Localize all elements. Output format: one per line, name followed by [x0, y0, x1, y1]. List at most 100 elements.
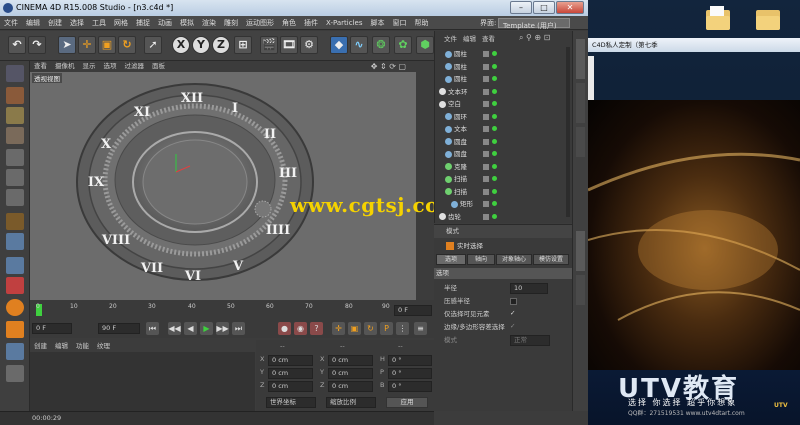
vp-menu-view[interactable]: 查看 — [30, 61, 51, 72]
polygons-mode-icon[interactable] — [6, 189, 24, 206]
attr-tab-modeling[interactable]: 模仿设置 — [533, 254, 569, 265]
spline-pen-icon[interactable]: ∿ — [350, 36, 368, 54]
coord-pos-z[interactable]: 0 cm — [268, 381, 313, 392]
enabled-check-icon[interactable] — [492, 163, 497, 169]
coord-mode-select[interactable]: 世界坐标 — [266, 397, 316, 408]
current-frame-field[interactable]: 0 F — [394, 305, 432, 316]
deformer-icon[interactable]: ⬢ — [416, 36, 434, 54]
lock-workplane-icon[interactable] — [6, 365, 24, 382]
x-axis-button[interactable]: X — [172, 36, 190, 54]
close-button[interactable]: ✕ — [556, 1, 584, 14]
vp-menu-display[interactable]: 显示 — [79, 61, 100, 72]
coord-size-z[interactable]: 0 cm — [328, 381, 373, 392]
visibility-toggle[interactable] — [483, 101, 489, 107]
object-row[interactable]: 空白 — [439, 99, 569, 110]
menu-character[interactable]: 角色 — [278, 16, 300, 30]
visibility-toggle[interactable] — [483, 113, 489, 120]
key-position-icon[interactable]: ✛ — [332, 322, 345, 335]
object-row[interactable]: 圆柱 — [439, 62, 569, 73]
key-rotation-icon[interactable]: ↻ — [364, 322, 377, 335]
make-editable-icon[interactable] — [6, 65, 24, 82]
key-param-icon[interactable]: P — [380, 322, 393, 335]
undo-icon[interactable]: ↶ — [8, 36, 26, 54]
menu-help[interactable]: 帮助 — [410, 16, 432, 30]
enabled-check-icon[interactable] — [492, 201, 497, 206]
edges-mode-icon[interactable] — [6, 169, 24, 186]
tweak-mode-icon[interactable] — [6, 233, 24, 250]
enabled-check-icon[interactable] — [492, 176, 497, 181]
coord-size-x[interactable]: 0 cm — [328, 355, 373, 366]
texture-mode-icon[interactable] — [6, 107, 24, 124]
visibility-toggle[interactable] — [483, 213, 489, 220]
coord-rot-b[interactable]: 0 ° — [388, 381, 432, 392]
menu-render[interactable]: 渲染 — [198, 16, 220, 30]
attr-tab-axis[interactable]: 轴向 — [467, 254, 495, 265]
object-row[interactable]: 扫描 — [439, 187, 569, 198]
visibility-toggle[interactable] — [483, 188, 489, 195]
model-mode-icon[interactable] — [6, 87, 24, 104]
menu-snap[interactable]: 捕捉 — [132, 16, 154, 30]
play-button[interactable]: ▶ — [200, 322, 213, 335]
axis-mode-icon[interactable] — [6, 213, 24, 230]
visibility-toggle[interactable] — [483, 88, 489, 95]
layout-select[interactable]: Template (用户) — [498, 18, 570, 30]
visibility-toggle[interactable] — [483, 138, 489, 145]
nurbs-icon[interactable]: ❂ — [372, 36, 390, 54]
timeline-menu-icon[interactable]: ≡ — [414, 322, 427, 335]
visibility-toggle[interactable] — [483, 76, 489, 82]
obj-menu-view[interactable]: 查看 — [479, 33, 498, 45]
folder-icon[interactable] — [756, 4, 780, 32]
pressure-radius-checkbox[interactable] — [510, 298, 517, 305]
y-axis-button[interactable]: Y — [192, 36, 210, 54]
prev-key-button[interactable]: ◀◀ — [168, 322, 181, 335]
object-row[interactable]: 文本环 — [439, 87, 569, 98]
array-icon[interactable]: ✿ — [394, 36, 412, 54]
recent-tool-icon[interactable]: ➚ — [144, 36, 162, 54]
coordinate-system-icon[interactable]: ⊞ — [234, 36, 252, 54]
grid-icon[interactable] — [6, 343, 24, 360]
menu-xparticles[interactable]: X-Particles — [322, 16, 366, 30]
object-row[interactable]: 圆环 — [439, 112, 569, 123]
start-frame-field[interactable]: 0 F — [32, 323, 72, 334]
minimize-button[interactable]: – — [510, 1, 532, 14]
prev-frame-button[interactable]: ◀ — [184, 322, 197, 335]
magnet-icon[interactable] — [6, 277, 24, 294]
menu-animate[interactable]: 动画 — [154, 16, 176, 30]
visible-only-check-icon[interactable]: ✓ — [510, 308, 515, 319]
render-picture-icon[interactable]: 🎞 — [280, 36, 298, 54]
coord-pos-y[interactable]: 0 cm — [268, 368, 313, 379]
scale-icon[interactable]: ▣ — [98, 36, 116, 54]
autokey-icon[interactable]: ◉ — [294, 322, 307, 335]
object-row[interactable]: 圆盘 — [439, 137, 569, 148]
move-icon[interactable]: ✛ — [78, 36, 96, 54]
render-settings-icon[interactable]: ⚙ — [300, 36, 318, 54]
visibility-toggle[interactable] — [483, 151, 489, 157]
z-axis-button[interactable]: Z — [212, 36, 230, 54]
tab-objects[interactable] — [576, 39, 585, 79]
menu-mesh[interactable]: 网格 — [110, 16, 132, 30]
object-row[interactable]: 圆盘 — [439, 149, 569, 160]
sculpt-icon[interactable] — [6, 299, 24, 316]
menu-mograph[interactable]: 运动图形 — [242, 16, 278, 30]
menu-file[interactable]: 文件 — [0, 16, 22, 30]
enabled-check-icon[interactable] — [492, 213, 497, 219]
tab-layers[interactable] — [576, 275, 585, 305]
visibility-toggle[interactable] — [483, 126, 489, 132]
mode-select[interactable]: 正常 — [510, 335, 550, 346]
maximize-button[interactable]: □ — [533, 1, 555, 14]
visibility-toggle[interactable] — [483, 51, 489, 57]
vp-menu-options[interactable]: 选项 — [100, 61, 121, 72]
enabled-check-icon[interactable] — [492, 126, 497, 131]
menu-edit[interactable]: 编辑 — [22, 16, 44, 30]
menu-window[interactable]: 窗口 — [388, 16, 410, 30]
tolerance-check-icon[interactable]: ✓ — [510, 321, 515, 332]
video-window-title[interactable]: C4D私人定制（第七季 — [588, 38, 800, 52]
visibility-toggle[interactable] — [483, 176, 489, 182]
visibility-toggle[interactable] — [483, 63, 489, 70]
menu-tools[interactable]: 工具 — [88, 16, 110, 30]
attr-mode-label[interactable]: 模式 — [446, 227, 459, 235]
render-view-icon[interactable]: 🎬 — [260, 36, 278, 54]
joint-icon[interactable] — [6, 321, 24, 338]
attr-tab-object-axis[interactable]: 对象轴心 — [496, 254, 532, 265]
menu-select[interactable]: 选择 — [66, 16, 88, 30]
